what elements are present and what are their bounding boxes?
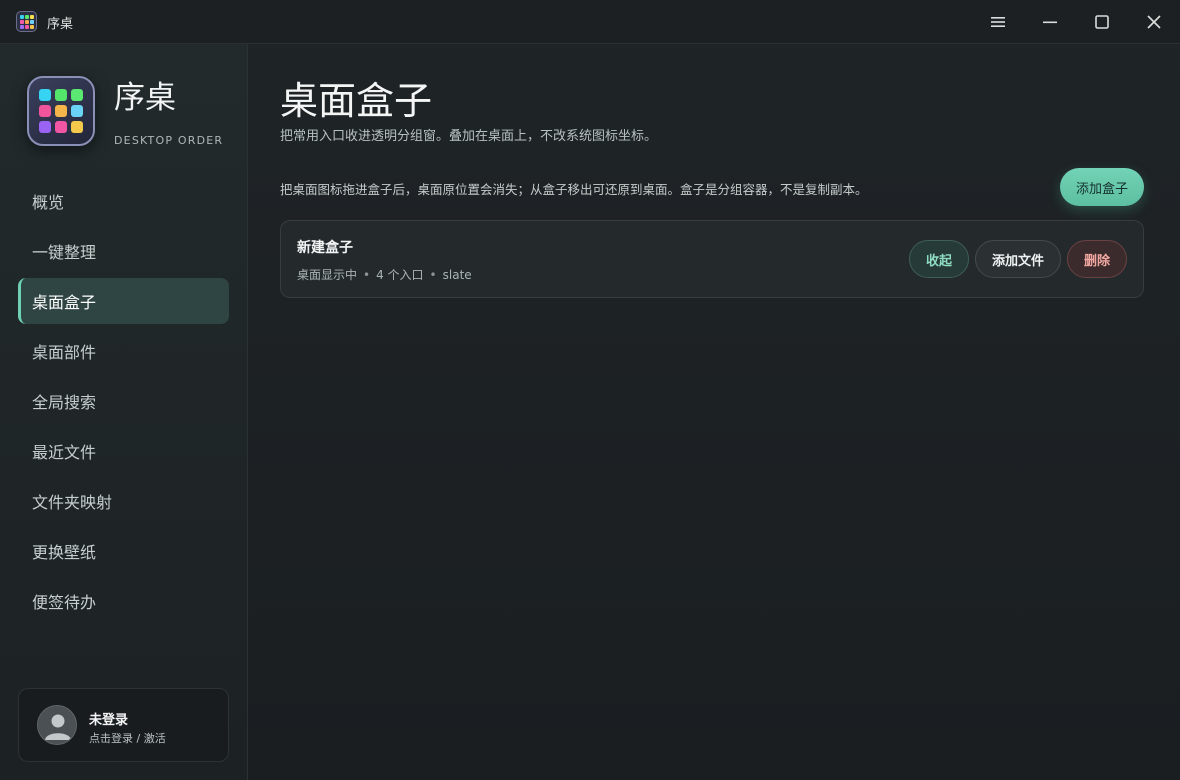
user-card[interactable]: 未登录 点击登录 / 激活 <box>18 688 229 762</box>
separator-dot: • <box>363 268 371 282</box>
sidebar-item-sticky-notes[interactable]: 便签待办 <box>18 578 229 624</box>
box-status: 桌面显示中 <box>297 268 358 282</box>
page-title: 桌面盒子 <box>280 79 433 123</box>
close-button[interactable] <box>1140 10 1168 34</box>
app-logo-icon <box>16 11 37 32</box>
info-text: 把桌面图标拖进盒子后，桌面原位置会消失；从盒子移出可还原到桌面。盒子是分组容器，… <box>280 182 868 197</box>
avatar <box>37 705 77 745</box>
box-entry-count: 4 个入口 <box>376 268 424 282</box>
sidebar-item-folder-mapping[interactable]: 文件夹映射 <box>18 478 229 524</box>
user-name: 未登录 <box>89 713 129 728</box>
brand-name: 序桌 <box>114 80 176 116</box>
separator-dot: • <box>429 268 437 282</box>
maximize-icon <box>1095 15 1109 29</box>
title-bar: 序桌 <box>0 0 1180 44</box>
hamburger-menu-icon <box>991 17 1005 27</box>
box-name: 新建盒子 <box>297 240 353 256</box>
brand-subtitle: DESKTOP ORDER <box>114 134 224 147</box>
sidebar-item-one-click-organize[interactable]: 一键整理 <box>18 228 229 274</box>
sidebar: 序桌 DESKTOP ORDER 概览 一键整理 桌面盒子 桌面部件 全局搜索 … <box>0 44 248 780</box>
delete-button[interactable]: 删除 <box>1067 240 1127 278</box>
main-content: 桌面盒子 把常用入口收进透明分组窗。叠加在桌面上，不改系统图标坐标。 把桌面图标… <box>248 44 1180 780</box>
window-title: 序桌 <box>47 17 74 32</box>
brand-logo-icon <box>27 76 95 146</box>
sidebar-item-change-wallpaper[interactable]: 更换壁纸 <box>18 528 229 574</box>
add-file-button[interactable]: 添加文件 <box>975 240 1061 278</box>
box-card: 新建盒子 桌面显示中 • 4 个入口 • slate 收起 添加文件 删除 <box>280 220 1144 298</box>
user-login-hint: 点击登录 / 激活 <box>89 732 166 745</box>
app-window: 序桌 序桌 DESKTOP ORDER 概览 一键整理 桌面盒子 桌面部件 全局… <box>0 0 1180 780</box>
close-icon <box>1147 15 1161 29</box>
sidebar-item-recent-files[interactable]: 最近文件 <box>18 428 229 474</box>
box-meta: 桌面显示中 • 4 个入口 • slate <box>297 266 472 283</box>
sidebar-item-desktop-boxes[interactable]: 桌面盒子 <box>18 278 229 324</box>
sidebar-item-global-search[interactable]: 全局搜索 <box>18 378 229 424</box>
add-box-button[interactable]: 添加盒子 <box>1060 168 1144 206</box>
user-icon <box>45 714 71 740</box>
sidebar-nav: 概览 一键整理 桌面盒子 桌面部件 全局搜索 最近文件 文件夹映射 更换壁纸 便… <box>18 178 229 628</box>
minimize-icon <box>1043 21 1057 24</box>
menu-button[interactable] <box>984 10 1012 34</box>
minimize-button[interactable] <box>1036 10 1064 34</box>
collapse-button[interactable]: 收起 <box>909 240 969 278</box>
page-subtitle: 把常用入口收进透明分组窗。叠加在桌面上，不改系统图标坐标。 <box>280 129 658 144</box>
sidebar-item-overview[interactable]: 概览 <box>18 178 229 224</box>
maximize-button[interactable] <box>1088 10 1116 34</box>
box-theme: slate <box>442 268 472 282</box>
sidebar-item-desktop-widgets[interactable]: 桌面部件 <box>18 328 229 374</box>
